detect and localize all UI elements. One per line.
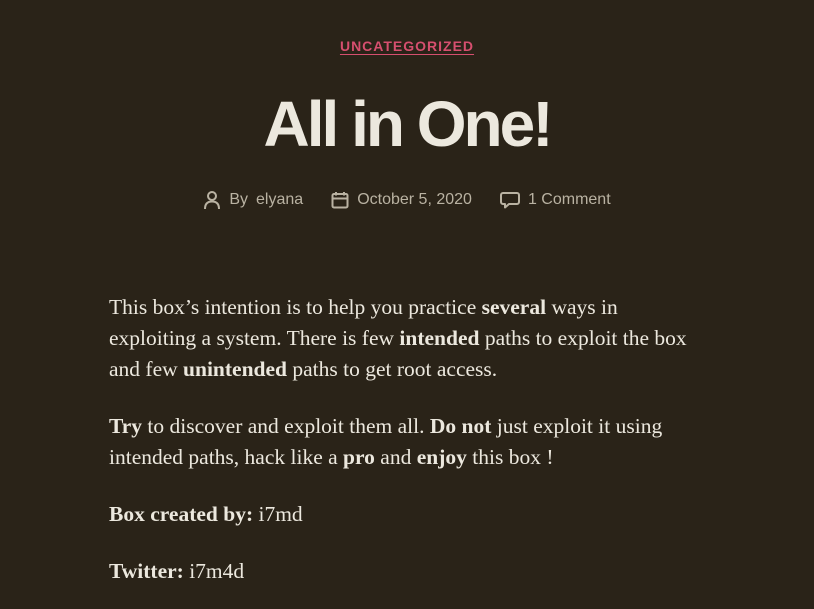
post-meta: By elyana October 5, 2020 1 Comment — [0, 189, 814, 211]
person-icon — [203, 190, 221, 210]
date-link[interactable]: October 5, 2020 — [357, 189, 472, 211]
post-category: UNCATEGORIZED — [0, 37, 814, 55]
paragraph-creator: Box created by: i7md — [109, 499, 709, 530]
author-link[interactable]: elyana — [256, 189, 303, 211]
twitter-value: i7m4d — [183, 559, 245, 583]
post-content: This box’s intention is to help you prac… — [109, 292, 709, 609]
paragraph-intro: This box’s intention is to help you prac… — [109, 295, 687, 381]
author-prefix: By — [229, 191, 249, 208]
post-date: October 5, 2020 — [331, 189, 472, 211]
post-author: By elyana — [203, 189, 303, 211]
category-link[interactable]: UNCATEGORIZED — [340, 38, 474, 54]
creator-label: Box created by: — [109, 502, 254, 526]
comments-link[interactable]: 1 Comment — [528, 189, 611, 211]
post-comments: 1 Comment — [499, 189, 611, 211]
calendar-icon — [331, 191, 349, 209]
creator-value: i7md — [253, 502, 303, 526]
paragraph-twitter: Twitter: i7m4d — [109, 556, 709, 587]
paragraph-instructions: Try to discover and exploit them all. Do… — [109, 414, 663, 469]
comment-bubble-icon — [499, 191, 520, 209]
twitter-label: Twitter: — [109, 559, 184, 583]
post-title: All in One! — [263, 88, 554, 160]
